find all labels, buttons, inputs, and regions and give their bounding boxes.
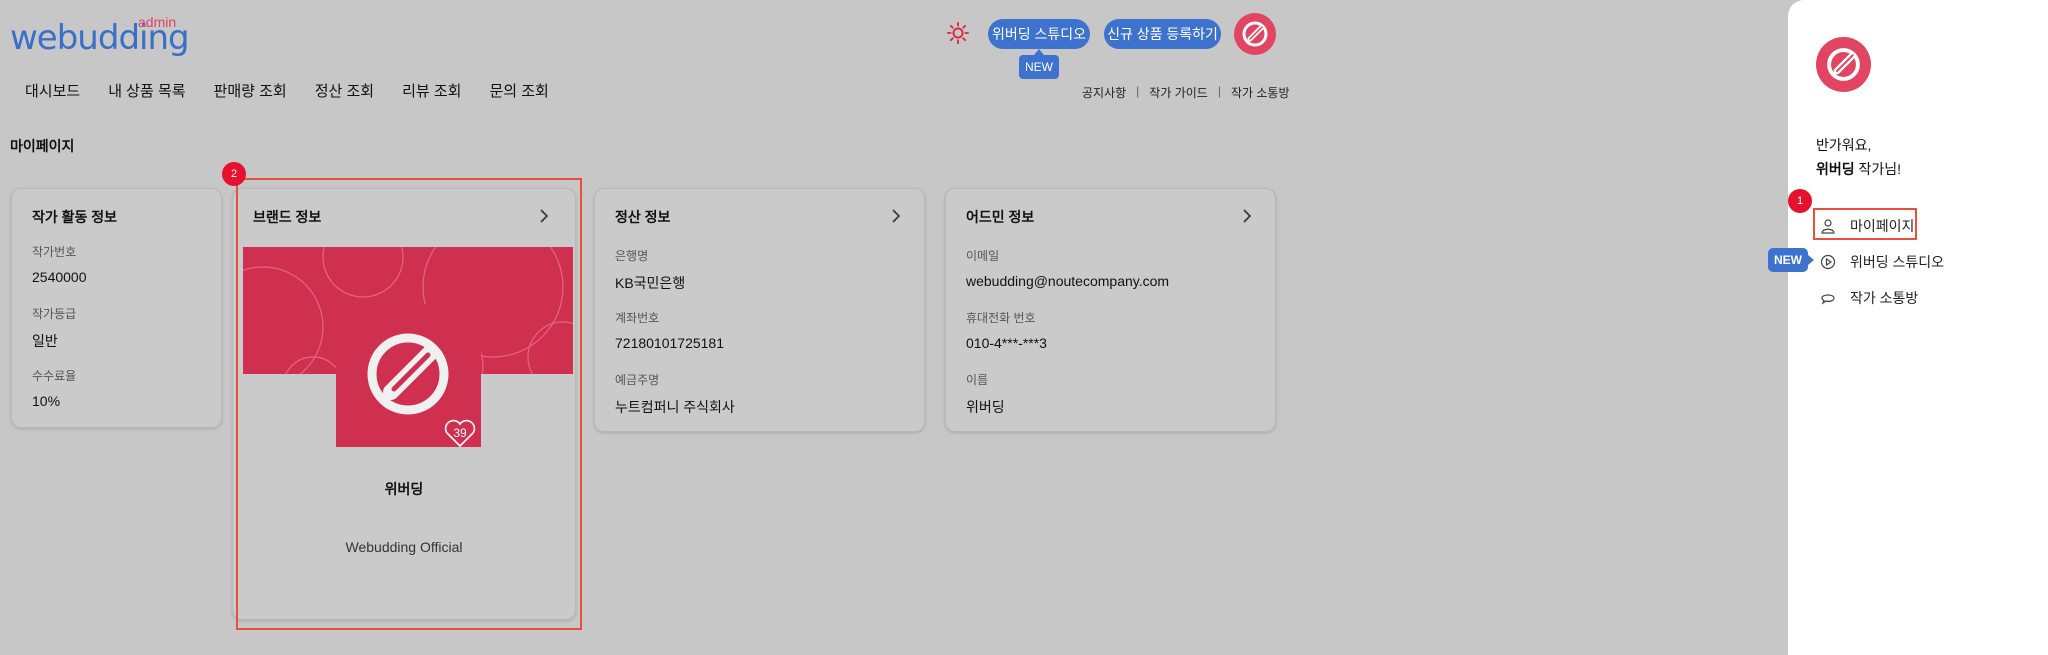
sub-nav: 공지사항 | 작가 가이드 | 작가 소통방	[1082, 84, 1290, 101]
divider: |	[1217, 84, 1221, 98]
card-title: 어드민 정보	[966, 209, 1035, 225]
menu-item-studio[interactable]: 위버딩 스튜디오	[1820, 252, 1944, 272]
nav-reviews[interactable]: 리뷰 조회	[402, 80, 461, 101]
field-value: 10%	[32, 393, 61, 409]
menu-item-label: 위버딩 스튜디오	[1850, 254, 1945, 270]
field-value: 누트컴퍼니 주식회사	[615, 399, 735, 415]
step-badge: 1	[1788, 189, 1812, 213]
new-tag: NEW	[1768, 248, 1814, 272]
settlement-info-card[interactable]: 정산 정보 은행명 KB국민은행 계좌번호 72180101725181 예금주…	[594, 188, 925, 432]
play-circle-icon	[1820, 254, 1836, 270]
page-title: 마이페이지	[10, 138, 75, 154]
nav-inquiries[interactable]: 문의 조회	[489, 80, 548, 101]
field-value: 72180101725181	[615, 335, 725, 351]
menu-item-community[interactable]: 작가 소통방	[1820, 288, 1918, 308]
chevron-right-icon[interactable]	[889, 209, 903, 223]
field-value: 2540000	[32, 269, 87, 285]
field-value: 일반	[32, 333, 58, 349]
main-nav: 대시보드 내 상품 목록 판매량 조회 정산 조회 리뷰 조회 문의 조회	[25, 80, 549, 101]
nav-dashboard[interactable]: 대시보드	[25, 80, 80, 101]
card-title: 작가 활동 정보	[32, 209, 118, 225]
panel-avatar	[1816, 37, 1871, 92]
register-product-button[interactable]: 신규 상품 등록하기	[1104, 19, 1221, 49]
link-notice[interactable]: 공지사항	[1082, 84, 1126, 101]
field-value: webudding@noutecompany.com	[966, 273, 1170, 289]
chat-icon	[1821, 294, 1835, 305]
profile-avatar[interactable]	[1234, 13, 1276, 55]
nav-my-products[interactable]: 내 상품 목록	[108, 80, 185, 101]
field-label: 계좌번호	[615, 311, 660, 325]
side-panel: 반가워요, 위버딩 작가님! 1 마이페이지 위버딩 스튜디오 작가 소통방	[1788, 0, 2048, 655]
highlight-box	[1813, 208, 1917, 240]
greeting-text: 반가워요,	[1816, 137, 1872, 153]
field-label: 이메일	[966, 249, 1000, 263]
user-name: 위버딩	[1816, 161, 1855, 177]
field-value: 위버딩	[966, 399, 1005, 415]
nav-settlement[interactable]: 정산 조회	[315, 80, 374, 101]
step-badge: 2	[222, 162, 246, 186]
nav-sales[interactable]: 판매량 조회	[214, 80, 287, 101]
menu-item-label: 작가 소통방	[1850, 290, 1919, 306]
link-community[interactable]: 작가 소통방	[1231, 84, 1290, 101]
admin-info-card[interactable]: 어드민 정보 이메일 webudding@noutecompany.com 휴대…	[945, 188, 1276, 432]
greeting-name: 위버딩 작가님!	[1816, 159, 1901, 179]
logo-admin-label: admin	[138, 14, 177, 30]
highlight-box	[236, 178, 582, 630]
link-guide[interactable]: 작가 가이드	[1149, 84, 1208, 101]
pencil-logo-icon	[1827, 48, 1860, 81]
artist-info-card: 작가 활동 정보 작가번호 2540000 작가등급 일반 수수료율 10%	[11, 188, 222, 428]
field-label: 이름	[966, 373, 989, 387]
field-label: 휴대전화 번호	[966, 311, 1036, 325]
pencil-logo-icon	[1242, 21, 1268, 47]
new-tooltip: NEW	[1019, 49, 1059, 79]
studio-button[interactable]: 위버딩 스튜디오	[988, 19, 1090, 49]
logo[interactable]: webudding admin	[10, 14, 190, 58]
chevron-right-icon[interactable]	[1240, 209, 1254, 223]
theme-toggle-icon[interactable]	[947, 22, 969, 44]
field-label: 은행명	[615, 249, 649, 263]
card-title: 정산 정보	[615, 209, 671, 225]
divider: |	[1136, 84, 1140, 98]
field-label: 작가번호	[32, 245, 77, 259]
field-value: KB국민은행	[615, 275, 686, 291]
field-label: 예금주명	[615, 373, 660, 387]
field-label: 수수료율	[32, 369, 77, 383]
user-name-suffix: 작가님!	[1854, 161, 1902, 177]
field-value: 010-4***-***3	[966, 335, 1047, 351]
field-label: 작가등급	[32, 307, 77, 321]
